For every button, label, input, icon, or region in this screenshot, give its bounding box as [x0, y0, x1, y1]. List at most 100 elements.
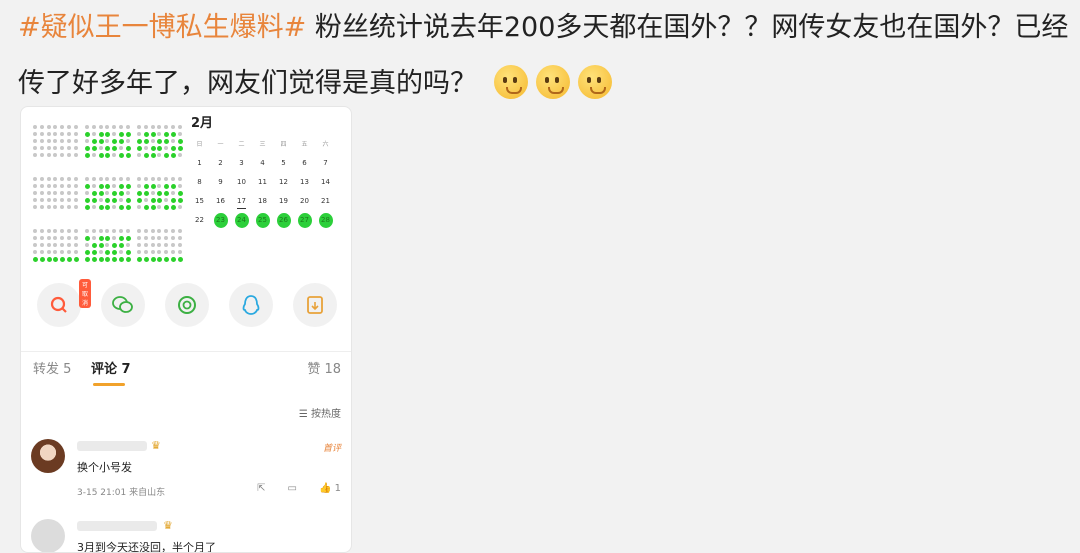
calendar-day[interactable]: 1 — [189, 156, 210, 171]
mini-day-dot — [53, 205, 58, 209]
weekday-label: 日 — [196, 141, 203, 148]
mini-day-dot — [119, 250, 123, 254]
calendar-day[interactable]: 10 — [231, 175, 252, 190]
mini-day-dot — [112, 198, 118, 203]
moments-share-button[interactable] — [165, 283, 209, 327]
crown-icon: ♛ — [163, 519, 173, 532]
mini-day-dot — [53, 153, 58, 157]
calendar-day[interactable]: 26 — [276, 213, 291, 228]
mini-day-dot — [46, 177, 51, 181]
mini-day-dot — [91, 184, 96, 188]
calendar-day[interactable]: 5 — [273, 156, 294, 171]
calendar-day[interactable]: 14 — [315, 175, 336, 190]
mini-month — [137, 169, 185, 211]
mini-day-dot — [171, 250, 175, 254]
mini-day-dot — [157, 177, 162, 181]
calendar-day[interactable]: 3 — [231, 156, 252, 171]
mini-day-dot — [137, 243, 141, 247]
calendar-day[interactable]: 4 — [252, 156, 273, 171]
search-share-button[interactable]: 可取消 — [37, 279, 92, 327]
comment-item[interactable]: ♛ 换个小号发 首评 3-15 21:01 来自山东 ⇱ ▭ 👍 1 — [31, 439, 341, 499]
mini-day-dot — [125, 205, 131, 210]
calendar-day[interactable]: 16 — [210, 194, 231, 209]
calendar-day[interactable]: 19 — [273, 194, 294, 209]
mini-day-dot — [125, 250, 131, 255]
mini-day-dot — [46, 125, 51, 129]
calendar-day[interactable]: 18 — [252, 194, 273, 209]
mini-day-dot — [39, 125, 44, 129]
mini-day-dot — [85, 205, 90, 210]
comment-username-blurred[interactable] — [77, 441, 147, 451]
post-line-1-text: 粉丝统计说去年200多天都在国外？？网传女友也在国外？已经 — [306, 12, 1069, 43]
tab-comments[interactable]: 评论 7 — [91, 357, 131, 383]
mini-day-dot — [33, 198, 37, 202]
sort-by-hot-button[interactable]: ☰ 按热度 — [299, 405, 341, 420]
mini-day-dot — [125, 198, 131, 203]
calendar-day[interactable]: 27 — [297, 213, 312, 228]
mini-day-dot — [150, 146, 156, 151]
calendar-day[interactable]: 25 — [255, 213, 270, 228]
hashtag-link[interactable]: #疑似王一博私生爆料# — [18, 12, 306, 43]
mini-day-dot — [53, 198, 58, 202]
mini-day-dot — [98, 243, 104, 248]
calendar-day[interactable]: 17 — [231, 194, 252, 209]
qq-share-button[interactable] — [229, 283, 273, 327]
mini-day-dot — [105, 184, 111, 189]
calendar-day[interactable]: 12 — [273, 175, 294, 190]
avatar[interactable] — [31, 519, 65, 552]
tab-likes[interactable]: 赞 18 — [307, 357, 341, 383]
calendar-day[interactable]: 20 — [294, 194, 315, 209]
calendar-day[interactable]: 24 — [234, 213, 249, 228]
mini-day-dot — [105, 257, 111, 262]
mini-day-dot — [91, 250, 97, 255]
calendar-day[interactable]: 8 — [189, 175, 210, 190]
share-icon[interactable]: ⇱ — [257, 483, 265, 494]
mini-day-dot — [171, 198, 176, 203]
reply-icon[interactable]: ▭ — [288, 483, 297, 494]
mini-day-dot — [33, 257, 38, 262]
calendar-day[interactable]: 13 — [294, 175, 315, 190]
calendar-day[interactable]: 9 — [210, 175, 231, 190]
calendar-day[interactable]: 6 — [294, 156, 315, 171]
calendar-day[interactable]: 15 — [189, 194, 210, 209]
calendar-day[interactable]: 28 — [318, 213, 333, 228]
like-button[interactable]: 👍 1 — [319, 483, 341, 494]
mini-day-dot — [164, 132, 170, 137]
mini-day-dot — [53, 132, 58, 136]
calendar-day[interactable]: 22 — [189, 213, 210, 228]
screenshot-card[interactable]: 2月 日一二三四五六 1 2 3 4 5 6 7 8 9 10 11 12 13 14 15 16 17 18 19… — [20, 106, 352, 553]
mini-day-dot — [177, 125, 182, 129]
comment-username-blurred[interactable] — [77, 521, 157, 531]
comment-item[interactable]: ♛ 3月到今天还没回，半个月了 — [31, 519, 341, 552]
mini-day-dot — [33, 250, 37, 254]
mini-day-dot — [143, 191, 149, 196]
mini-day-dot — [119, 184, 124, 189]
active-tab-indicator — [93, 383, 125, 386]
mini-day-dot — [137, 153, 141, 157]
mini-day-dot — [60, 184, 65, 188]
save-image-share-button[interactable] — [293, 283, 337, 327]
mini-day-dot — [85, 139, 89, 143]
tab-repost[interactable]: 转发 5 — [33, 357, 71, 383]
mini-day-dot — [85, 146, 90, 151]
wechat-share-button[interactable] — [101, 283, 145, 327]
mini-day-dot — [67, 177, 71, 181]
mini-day-dot — [150, 243, 155, 247]
mini-day-dot — [125, 184, 131, 189]
mini-day-dot — [119, 229, 123, 233]
mini-day-dot — [67, 257, 72, 262]
mini-day-dot — [119, 177, 123, 181]
calendar-day[interactable]: 7 — [315, 156, 336, 171]
mini-day-dot — [60, 125, 65, 129]
mini-day-dot — [119, 153, 124, 158]
weekday-label: 四 — [280, 141, 287, 148]
share-row: 可取消 — [37, 279, 337, 333]
calendar-day[interactable]: 11 — [252, 175, 273, 190]
calendar-day[interactable]: 23 — [213, 213, 228, 228]
calendar-day[interactable]: 21 — [315, 194, 336, 209]
mini-day-dot — [177, 250, 182, 254]
mini-day-dot — [33, 191, 37, 195]
mini-day-dot — [137, 146, 142, 151]
avatar[interactable] — [31, 439, 65, 473]
calendar-day[interactable]: 2 — [210, 156, 231, 171]
